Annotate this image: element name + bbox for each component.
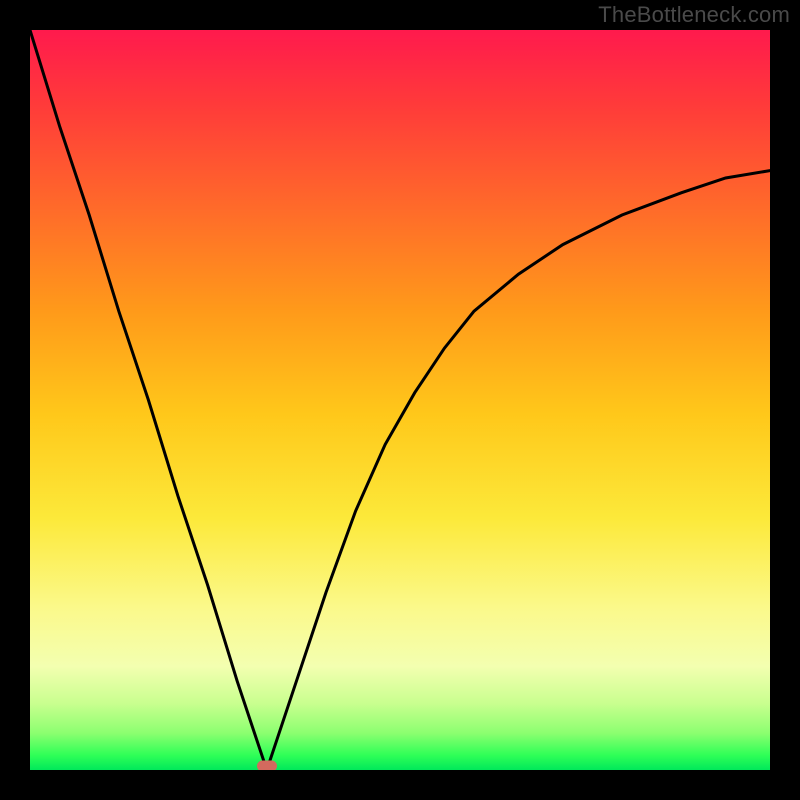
chart-frame: TheBottleneck.com: [0, 0, 800, 800]
watermark-text: TheBottleneck.com: [598, 2, 790, 28]
min-marker: [257, 761, 277, 771]
bottleneck-curve: [30, 30, 770, 770]
plot-area: [30, 30, 770, 770]
curve-svg: [30, 30, 770, 770]
